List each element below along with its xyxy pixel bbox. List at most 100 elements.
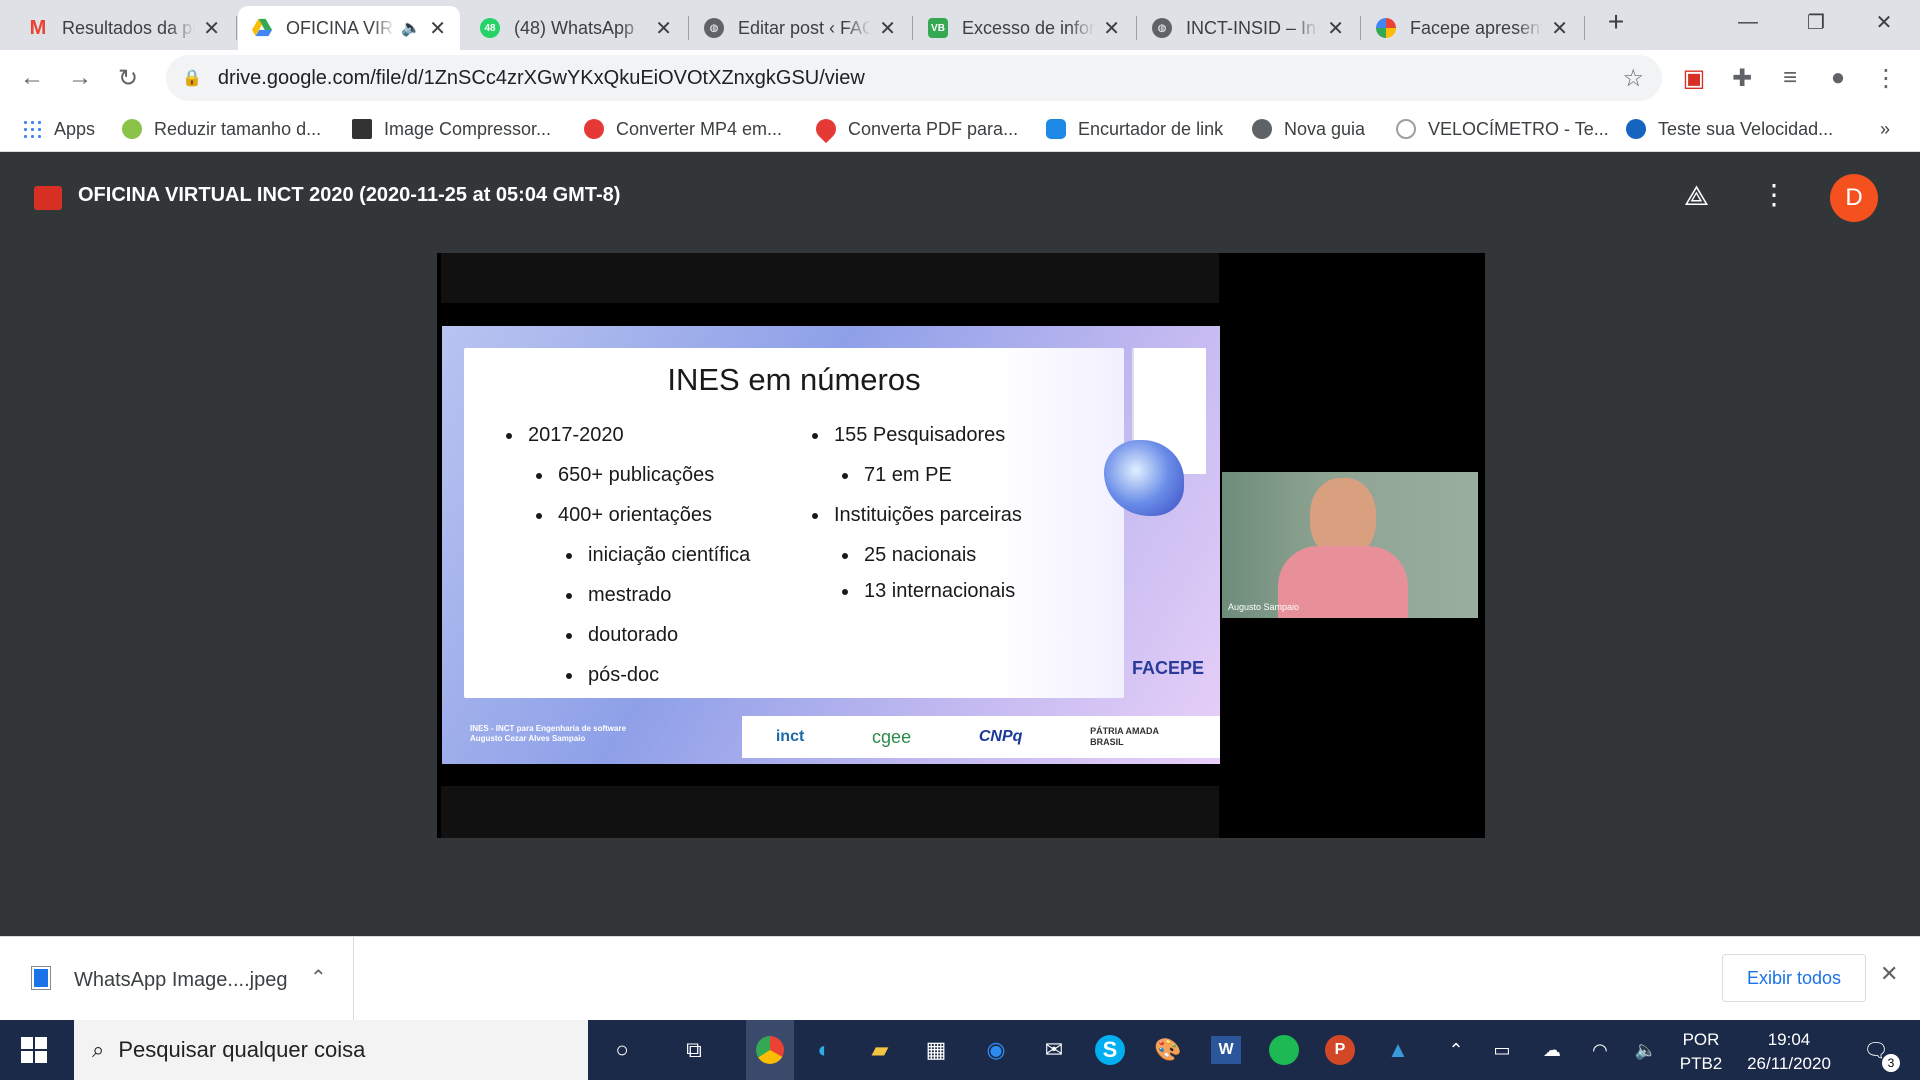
clock[interactable]: 19:04 26/11/2020 [1734,1028,1844,1076]
reload-button[interactable]: ↻ [112,62,144,94]
forward-button[interactable]: → [64,62,96,94]
file-title: OFICINA VIRTUAL INCT 2020 (2020-11-25 at… [78,184,621,206]
search-icon: ⌕ [92,1037,105,1062]
bookmarks-overflow-icon[interactable]: » [1880,116,1890,142]
browser-toolbar: ← → ↻ 🔒 drive.google.com/file/d/1ZnSCc4z… [0,50,1920,106]
compass-icon[interactable]: ◉ [978,1032,1014,1068]
close-tab-icon[interactable]: ✕ [655,16,672,41]
heart-icon [811,114,841,144]
tab-inct-insid[interactable]: ◍ INCT-INSID – Início ✕ [1138,6,1358,50]
close-tab-icon[interactable]: ✕ [203,16,220,41]
close-download-bar-icon[interactable]: ✕ [1880,961,1898,987]
wifi-icon[interactable]: ◠ [1582,1032,1618,1068]
bookmark-image-compressor[interactable]: Image Compressor... [352,116,551,142]
file-explorer-icon[interactable]: ▰ [862,1032,898,1068]
bookmark-apps[interactable]: Apps [22,116,95,142]
volume-icon[interactable]: 🔈 [1628,1032,1664,1068]
slide-content: INES em números 2017-2020 650+ publicaçõ… [464,348,1124,698]
minimize-button[interactable]: — [1718,0,1778,44]
bookmark-teste-velocidade[interactable]: Teste sua Velocidad... [1626,116,1833,142]
bullet-item: 155 Pesquisadores [812,424,1005,447]
globe-icon [1252,119,1272,139]
media-control-icon[interactable]: ≡ [1774,62,1806,94]
windows-start-icon[interactable] [16,1032,52,1068]
new-tab-button[interactable]: + [1588,0,1644,44]
brasil-logo: PÁTRIA AMADA BRASIL [1090,726,1159,747]
store-icon[interactable]: ▦ [918,1032,954,1068]
mail-icon[interactable]: ✉ [1036,1032,1072,1068]
menu-icon[interactable]: ⋮ [1870,62,1902,94]
avatar[interactable]: D [1830,174,1878,222]
facepe-logo: FACEPE [1132,658,1205,678]
extensions-icon[interactable]: ✚ [1726,62,1758,94]
bullet-item: mestrado [566,584,671,607]
bookmark-encurtador[interactable]: Encurtador de link [1046,116,1223,142]
language-indicator[interactable]: POR PTB2 [1678,1028,1724,1076]
slide-footer-line2: Augusto Cezar Alves Sampaio [470,734,586,743]
bullet-item: 650+ publicações [536,464,714,487]
bookmark-converta-pdf[interactable]: Converta PDF para... [811,114,1018,144]
gmail-icon: M [29,16,47,39]
battery-icon[interactable]: ▭ [1484,1032,1520,1068]
download-item[interactable]: WhatsApp Image....jpeg ⌃ [0,937,354,1021]
powerpoint-icon[interactable]: P [1325,1035,1355,1065]
show-all-button[interactable]: Exibir todos [1722,954,1866,1002]
bookmark-velocimetro[interactable]: VELOCÍMETRO - Te... [1396,116,1609,142]
close-tab-icon[interactable]: ✕ [1551,16,1568,41]
cnpq-logo: CNPq [978,728,1023,745]
paint-icon[interactable]: 🎨 [1150,1032,1186,1068]
taskbar-search[interactable]: ⌕ Pesquisar qualquer coisa [74,1020,588,1080]
close-tab-icon[interactable]: ✕ [429,16,446,41]
photos-icon[interactable]: ▲ [1380,1032,1416,1068]
search-placeholder: Pesquisar qualquer coisa [118,1037,366,1062]
apps-grid-icon [22,119,42,139]
link-icon [1046,119,1066,139]
vb-icon: VB [928,18,948,38]
skype-icon[interactable]: S [1095,1035,1125,1065]
convert-icon [584,119,604,139]
tab-excesso[interactable]: VB Excesso de informação ✕ [914,6,1134,50]
tab-drive[interactable]: OFICINA VIRTUAL 🔈 ✕ [238,6,460,50]
slide-footer-line1: INES - INCT para Engenharia de software [470,724,627,733]
video-file-icon [34,186,62,210]
presentation-slide: INES em números 2017-2020 650+ publicaçõ… [442,326,1220,764]
webcam-feed: Augusto Sampaio [1222,472,1478,618]
more-options-icon[interactable]: ⋮ [1760,178,1788,211]
cgee-logo: cgee [872,726,912,747]
bullet-item: pós-doc [566,664,659,687]
add-to-drive-icon[interactable]: ⟁ [1684,180,1709,213]
pocket-extension-icon[interactable]: ▣ [1678,62,1710,94]
profile-icon[interactable]: ● [1822,62,1854,94]
star-icon[interactable]: ☆ [1622,64,1644,93]
spotify-icon[interactable] [1269,1035,1299,1065]
close-tab-icon[interactable]: ✕ [1327,16,1344,41]
inct-logo: inct [775,728,805,745]
show-hidden-icons[interactable]: ⌃ [1438,1032,1474,1068]
task-view-icon[interactable]: ⧉ [676,1032,712,1068]
address-bar[interactable]: 🔒 drive.google.com/file/d/1ZnSCc4zrXGwYK… [166,55,1662,101]
google-drive-icon [252,18,272,38]
tab-facepe[interactable]: Facepe apresenta ✕ [1362,6,1582,50]
participant-name: Augusto Sampaio [1228,602,1300,612]
close-window-button[interactable]: ✕ [1854,0,1914,44]
back-button[interactable]: ← [16,62,48,94]
bookmark-nova-guia[interactable]: Nova guia [1252,116,1365,142]
onedrive-icon[interactable]: ☁ [1534,1032,1570,1068]
lock-icon: 🔒 [182,70,202,87]
edge-icon[interactable]: ◐ [806,1032,842,1068]
close-tab-icon[interactable]: ✕ [1103,16,1120,41]
chevron-up-icon[interactable]: ⌃ [310,965,327,990]
tab-whatsapp[interactable]: 48 (48) WhatsApp ✕ [466,6,686,50]
cortana-icon[interactable]: ○ [604,1032,640,1068]
close-tab-icon[interactable]: ✕ [879,16,896,41]
tab-editar-post[interactable]: ◍ Editar post ‹ FACEPE ✕ [690,6,910,50]
speaker-icon[interactable]: 🔈 [401,18,421,38]
word-icon[interactable]: W [1211,1036,1241,1064]
bullet-item: 71 em PE [842,464,952,487]
bullet-item: 400+ orientações [536,504,712,527]
chrome-taskbar-icon[interactable] [746,1020,794,1080]
tab-gmail[interactable]: M Resultados da pesquisa ✕ [14,6,234,50]
bookmark-converter-mp4[interactable]: Converter MP4 em... [584,116,782,142]
bookmark-reduzir[interactable]: Reduzir tamanho d... [122,116,321,142]
restore-button[interactable]: ❐ [1786,0,1846,44]
